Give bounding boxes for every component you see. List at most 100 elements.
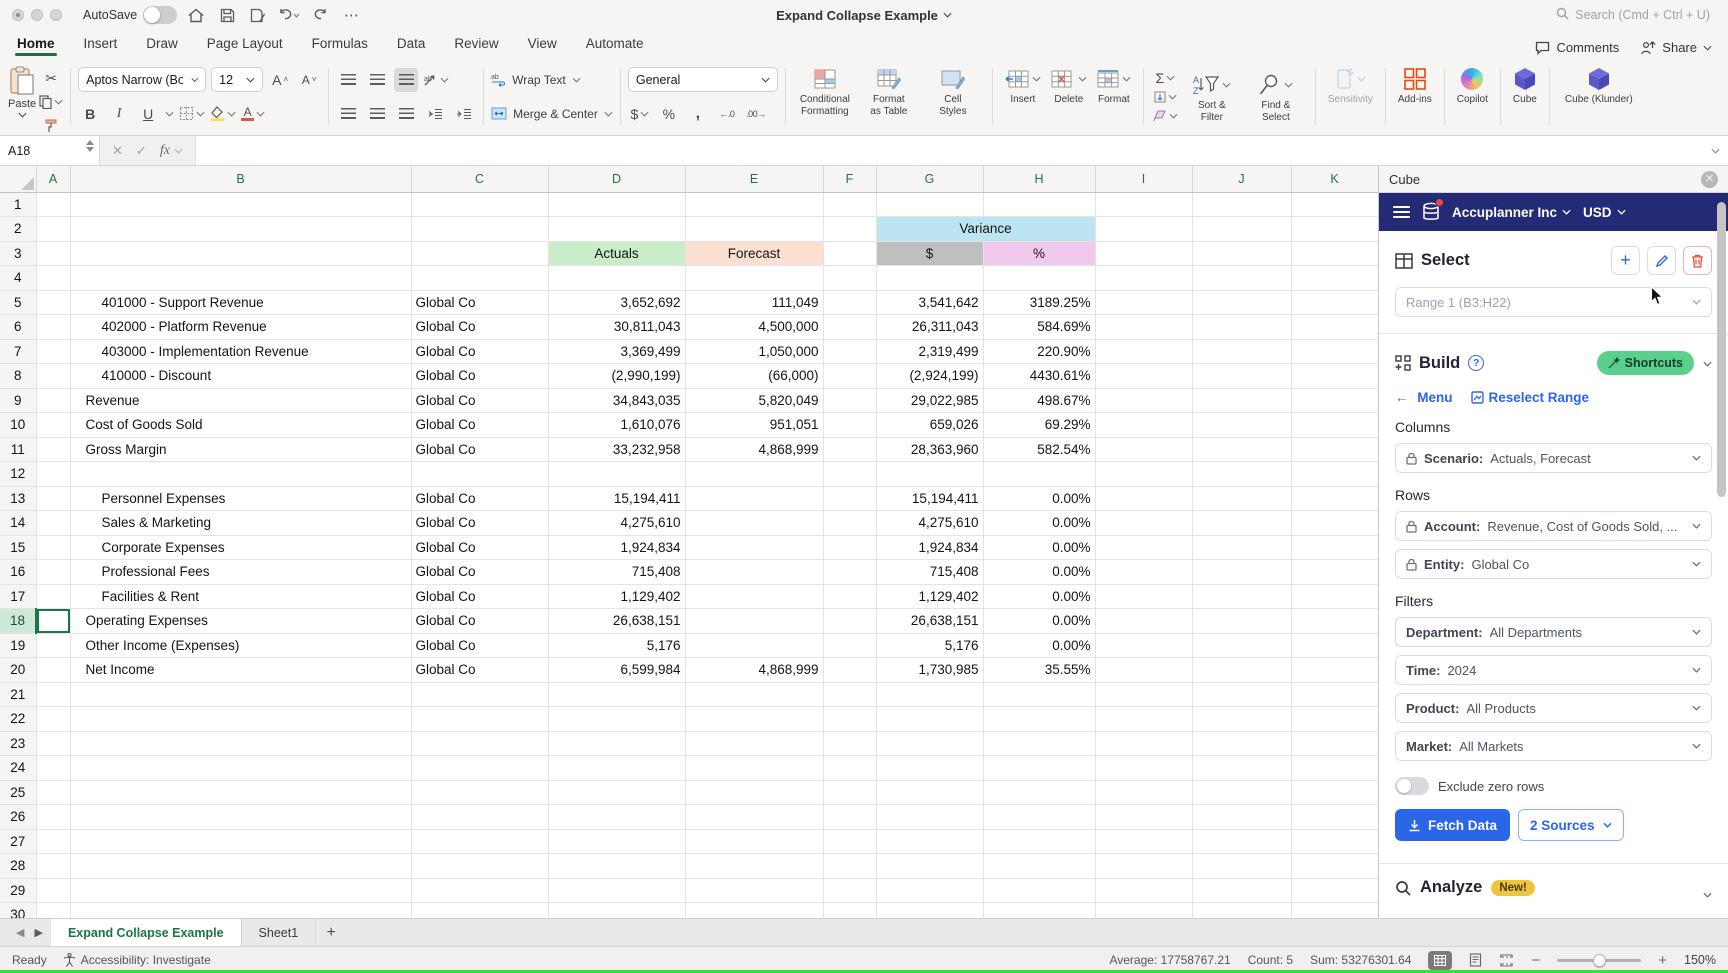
cell-J19[interactable] [1192,633,1291,658]
fetch-data-button[interactable]: Fetch Data [1395,809,1510,841]
cell-A7[interactable] [36,339,70,364]
cell-E15[interactable] [685,535,823,560]
sources-button[interactable]: 2 Sources [1518,809,1624,841]
cell-I4[interactable] [1095,266,1192,291]
cell-H24[interactable] [983,756,1095,781]
sheet-tab-expand-collapse-example[interactable]: Expand Collapse Example [51,919,242,946]
cell-G28[interactable] [876,854,983,879]
cell-H11[interactable]: 582.54% [983,437,1095,462]
cell-C18[interactable]: Global Co [411,609,548,634]
cell-K20[interactable] [1291,658,1378,683]
cell-A6[interactable] [36,315,70,340]
cell-F24[interactable] [823,756,876,781]
cube-addin-button[interactable]: Cube [1508,64,1542,129]
zoom-out-button[interactable]: − [1531,952,1540,969]
delete-range-button[interactable] [1683,246,1712,275]
column-header-A[interactable]: A [36,166,70,192]
cell-C13[interactable]: Global Co [411,486,548,511]
cell-D9[interactable]: 34,843,035 [548,388,685,413]
cell-H19[interactable]: 0.00% [983,633,1095,658]
cell-K22[interactable] [1291,707,1378,732]
cell-F1[interactable] [823,192,876,217]
cell-J2[interactable] [1192,217,1291,242]
cell-A8[interactable] [36,364,70,389]
cell-F13[interactable] [823,486,876,511]
cell-J23[interactable] [1192,731,1291,756]
cell-H30[interactable] [983,903,1095,919]
cell-K29[interactable] [1291,878,1378,903]
cell-H23[interactable] [983,731,1095,756]
cell-H22[interactable] [983,707,1095,732]
percent-format-button[interactable]: % [657,102,681,126]
cell-H18[interactable]: 0.00% [983,609,1095,634]
cell-C11[interactable]: Global Co [411,437,548,462]
cell-C26[interactable] [411,805,548,830]
analyze-collapse-chevron[interactable] [1703,885,1712,891]
cell-H7[interactable]: 220.90% [983,339,1095,364]
cell-F29[interactable] [823,878,876,903]
row-header-12[interactable]: 12 [0,462,36,487]
cell-H12[interactable] [983,462,1095,487]
menu-hamburger-icon[interactable] [1393,206,1410,218]
cell-C4[interactable] [411,266,548,291]
cell-G9[interactable]: 29,022,985 [876,388,983,413]
row-header-28[interactable]: 28 [0,854,36,879]
borders-button[interactable] [179,102,205,126]
cell-A13[interactable] [36,486,70,511]
cell-J26[interactable] [1192,805,1291,830]
zoom-in-button[interactable]: + [1658,952,1667,969]
row-header-2[interactable]: 2 [0,217,36,242]
paste-button[interactable]: Paste [8,64,36,140]
cell-B6[interactable]: 402000 - Platform Revenue [70,315,411,340]
cell-B12[interactable] [70,462,411,487]
more-commands-icon[interactable]: ⋯ [339,5,363,25]
row-header-6[interactable]: 6 [0,315,36,340]
cell-G23[interactable] [876,731,983,756]
time-field[interactable]: Time:2024 [1395,655,1712,685]
cell-G17[interactable]: 1,129,402 [876,584,983,609]
row-header-14[interactable]: 14 [0,511,36,536]
cell-I2[interactable] [1095,217,1192,242]
shortcuts-button[interactable]: Shortcuts [1597,351,1694,375]
row-header-26[interactable]: 26 [0,805,36,830]
cell-D16[interactable]: 715,408 [548,560,685,585]
cell-D13[interactable]: 15,194,411 [548,486,685,511]
row-header-17[interactable]: 17 [0,584,36,609]
cell-E29[interactable] [685,878,823,903]
entity-field[interactable]: Entity:Global Co [1395,549,1712,579]
row-header-19[interactable]: 19 [0,633,36,658]
align-right-button[interactable] [394,102,418,126]
increase-indent-button[interactable] [452,102,476,126]
copilot-button[interactable]: Copilot [1452,64,1493,129]
cell-H27[interactable] [983,829,1095,854]
cell-K7[interactable] [1291,339,1378,364]
cell-A18[interactable] [36,609,70,634]
column-header-H[interactable]: H [983,166,1095,192]
cell-C1[interactable] [411,192,548,217]
cell-F10[interactable] [823,413,876,438]
conditional-formatting-button[interactable]: Conditional Formatting [793,64,857,129]
column-header-J[interactable]: J [1192,166,1291,192]
cell-A9[interactable] [36,388,70,413]
cell-styles-button[interactable]: Cell Styles [921,64,985,129]
cell-J3[interactable] [1192,241,1291,266]
cell-I20[interactable] [1095,658,1192,683]
cell-G18[interactable]: 26,638,151 [876,609,983,634]
cell-D28[interactable] [548,854,685,879]
row-header-24[interactable]: 24 [0,756,36,781]
cell-K12[interactable] [1291,462,1378,487]
cell-F19[interactable] [823,633,876,658]
cell-J14[interactable] [1192,511,1291,536]
ribbon-tab-data[interactable]: Data [396,36,427,60]
cell-E18[interactable] [685,609,823,634]
cell-I16[interactable] [1095,560,1192,585]
cell-K1[interactable] [1291,192,1378,217]
cell-A28[interactable] [36,854,70,879]
cell-J5[interactable] [1192,290,1291,315]
cell-J21[interactable] [1192,682,1291,707]
row-header-7[interactable]: 7 [0,339,36,364]
cell-K14[interactable] [1291,511,1378,536]
cell-K16[interactable] [1291,560,1378,585]
cell-C6[interactable]: Global Co [411,315,548,340]
column-header-B[interactable]: B [70,166,411,192]
